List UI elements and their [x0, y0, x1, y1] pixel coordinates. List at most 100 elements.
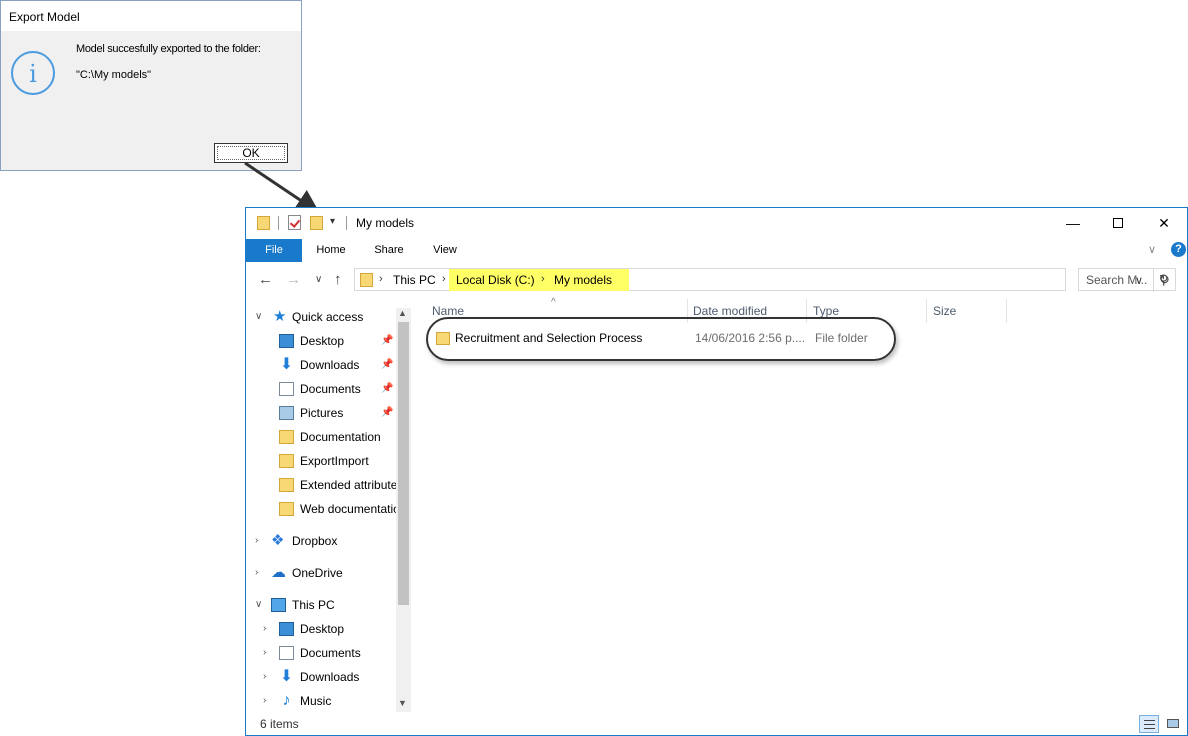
expand-ribbon-chevron-down-icon[interactable]: ∨: [1148, 243, 1156, 256]
tab-view[interactable]: View: [422, 239, 468, 262]
tree-item-label: Music: [300, 694, 332, 708]
quick-access-toolbar-dropdown-icon[interactable]: ▾: [330, 216, 335, 227]
tree-item-this-pc[interactable]: ∨ This PC: [246, 594, 396, 616]
scroll-thumb[interactable]: [398, 322, 409, 605]
expand-chevron-icon[interactable]: ›: [255, 530, 258, 552]
search-icon[interactable]: ⚲: [1159, 272, 1169, 288]
scroll-up-chevron-icon[interactable]: ▲: [398, 308, 407, 318]
music-note-icon: ♪: [282, 692, 291, 709]
tree-item-quick-access[interactable]: ∨ ★ Quick access: [246, 306, 396, 328]
close-button[interactable]: ✕: [1149, 212, 1179, 234]
dialog-path: "C:\My models": [76, 69, 152, 81]
window-title: My models: [356, 216, 415, 230]
properties-check-icon[interactable]: [288, 215, 301, 230]
breadcrumb-my-models[interactable]: My models: [554, 273, 612, 287]
folder-icon: [436, 332, 450, 345]
tab-file[interactable]: File: [246, 239, 302, 262]
tree-item-label: Desktop: [300, 622, 345, 636]
divider: [278, 216, 279, 230]
large-icons-view-icon[interactable]: [1163, 715, 1183, 733]
pin-icon[interactable]: 📌: [381, 402, 393, 424]
tree-item-label: Quick access: [292, 310, 364, 324]
expand-chevron-icon[interactable]: ›: [263, 642, 266, 664]
address-bar[interactable]: › This PC › Local Disk (C:) › My models …: [354, 268, 1170, 292]
desktop-icon: [279, 334, 294, 348]
tree-item-label: Pictures: [300, 406, 344, 420]
star-icon: ★: [273, 308, 287, 325]
pictures-icon: [279, 406, 294, 420]
folder-icon: [279, 430, 294, 444]
search-input[interactable]: [1079, 269, 1159, 290]
tree-item-onedrive[interactable]: › ☁ OneDrive: [246, 562, 396, 584]
collapse-chevron-icon[interactable]: ∨: [255, 594, 262, 616]
maximize-button[interactable]: [1103, 212, 1133, 234]
computer-icon: [271, 598, 286, 612]
breadcrumb-local-disk[interactable]: Local Disk (C:): [456, 273, 535, 287]
search-box: ⚲: [1078, 268, 1176, 291]
tree-item-desktop[interactable]: Desktop 📌: [246, 330, 396, 352]
pin-icon[interactable]: 📌: [381, 378, 393, 400]
expand-chevron-icon[interactable]: ›: [263, 618, 266, 640]
tree-item-pictures[interactable]: Pictures 📌: [246, 402, 396, 424]
back-arrow-icon[interactable]: ←: [258, 271, 273, 288]
help-icon[interactable]: ?: [1171, 242, 1186, 257]
tree-item-label: ExportImport: [300, 454, 369, 468]
divider: [346, 216, 347, 230]
file-date-modified: 14/06/2016 2:56 p....: [695, 331, 806, 345]
tree-item-pc-documents[interactable]: › Documents: [254, 642, 396, 664]
up-arrow-icon[interactable]: ↑: [334, 271, 342, 288]
breadcrumb-chevron-icon[interactable]: ›: [442, 273, 446, 285]
folder-icon: [360, 273, 373, 287]
pin-icon[interactable]: 📌: [381, 330, 393, 352]
tree-item-documents[interactable]: Documents 📌: [246, 378, 396, 400]
tree-item-label: Desktop: [300, 334, 345, 348]
file-list: ^ Name Date modified Type Size Recruitme…: [422, 297, 1182, 715]
breadcrumb-chevron-icon[interactable]: ›: [541, 273, 545, 285]
tree-item-label: Extended attribute: [300, 478, 396, 492]
tree-item-label: Downloads: [300, 358, 360, 372]
tree-item-downloads[interactable]: ⬇ Downloads 📌: [246, 354, 396, 376]
expand-chevron-icon[interactable]: ›: [263, 690, 266, 712]
expand-chevron-icon[interactable]: ›: [255, 562, 258, 584]
document-icon: [279, 382, 294, 396]
folder-icon: [279, 478, 294, 492]
document-icon: [279, 646, 294, 660]
tree-item-dropbox[interactable]: › ❖ Dropbox: [246, 530, 396, 552]
cloud-icon: ☁: [271, 564, 286, 581]
breadcrumb-chevron-icon[interactable]: ›: [379, 273, 383, 285]
recent-locations-chevron-down-icon[interactable]: ∨: [315, 274, 322, 285]
tree-item-label: Documents: [300, 382, 361, 396]
expand-chevron-icon[interactable]: ›: [263, 666, 266, 688]
details-view-icon[interactable]: [1139, 715, 1159, 733]
tab-home[interactable]: Home: [308, 239, 354, 262]
forward-arrow-icon[interactable]: →: [286, 271, 301, 288]
collapse-chevron-icon[interactable]: ∨: [255, 306, 262, 328]
file-name: Recruitment and Selection Process: [455, 331, 643, 345]
tab-share[interactable]: Share: [366, 239, 412, 262]
folder-icon: [279, 502, 294, 516]
column-header-size[interactable]: Size: [927, 299, 1007, 323]
desktop-icon: [279, 622, 294, 636]
new-folder-icon[interactable]: [310, 216, 323, 230]
tree-item-exportimport[interactable]: ExportImport: [246, 450, 396, 472]
table-row[interactable]: Recruitment and Selection Process 14/06/…: [426, 317, 896, 361]
tree-item-web-documentation[interactable]: Web documentatio: [246, 498, 396, 520]
nav-pane-scrollbar[interactable]: ▲ ▼: [396, 308, 411, 712]
tree-item-pc-downloads[interactable]: › ⬇ Downloads: [254, 666, 396, 688]
file-type: File folder: [815, 331, 868, 345]
tree-item-label: OneDrive: [292, 566, 343, 580]
tree-item-pc-desktop[interactable]: › Desktop: [254, 618, 396, 640]
export-model-dialog: Export Model i Model succesfully exporte…: [0, 0, 302, 171]
tree-item-label: Documents: [300, 646, 361, 660]
tree-item-label: Documentation: [300, 430, 381, 444]
tree-item-pc-music[interactable]: › ♪ Music: [254, 690, 396, 712]
tree-item-label: Downloads: [300, 670, 360, 684]
dialog-message: Model succesfully exported to the folder…: [76, 43, 261, 55]
minimize-button[interactable]: —: [1058, 212, 1088, 234]
scroll-down-chevron-icon[interactable]: ▼: [398, 698, 407, 708]
pin-icon[interactable]: 📌: [381, 354, 393, 376]
tree-item-documentation[interactable]: Documentation: [246, 426, 396, 448]
breadcrumb-this-pc[interactable]: This PC: [393, 273, 436, 287]
tree-item-extended-attribute[interactable]: Extended attribute: [246, 474, 396, 496]
download-arrow-icon: ⬇: [279, 356, 294, 373]
